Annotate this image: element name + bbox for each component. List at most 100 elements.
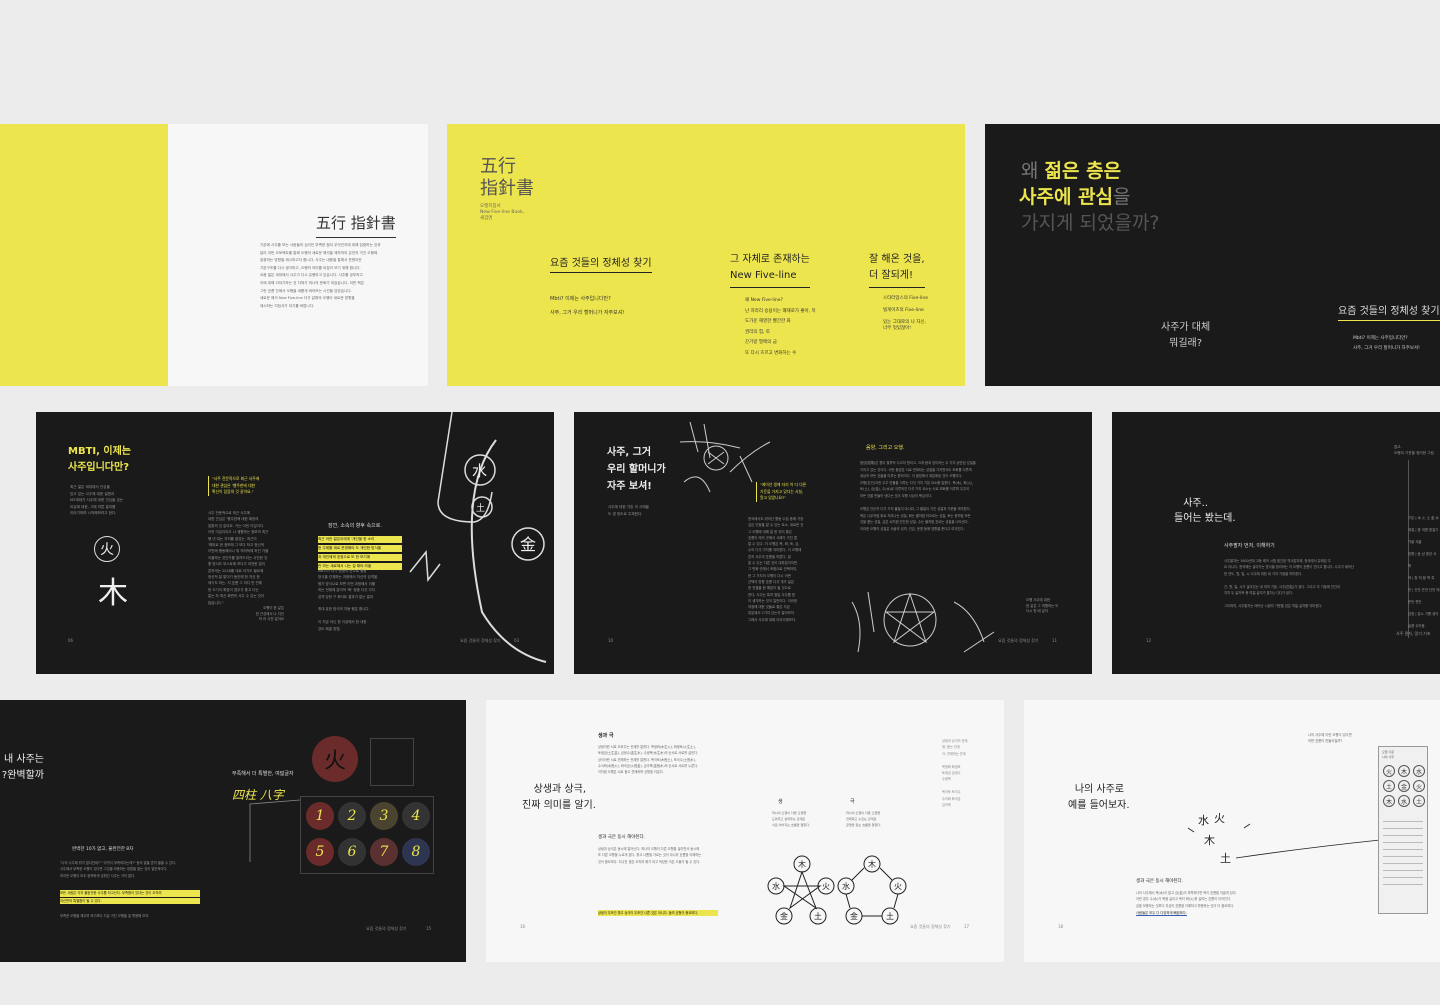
spread-title: MBTI, 이제는 사주입니다만? [68,446,131,473]
spread-example: 나의 사주로 예를 들어보자. 나의 사주에 이런 오행이 있다면 어떤 흐름이… [1024,700,1440,962]
number-circle: 8 [402,838,430,866]
intro-text: 최근 젊은 세대에서 관심을 얻고 있는 사주에 대한 설명과 MZ세대가 사주… [70,485,124,515]
side-table: 구분 | 木 火 土 金 水 계절 | 봄 여름 환절기 가을 겨울 방향 | … [1408,512,1440,632]
earth-icon: 土 [1383,780,1395,792]
earth-icon: 土 [886,911,894,921]
page-running-head: 요즘 것들의 정체성 찾기 [910,924,951,929]
spread-sangsaeng: 상생과 상극, 진짜 의미를 알기. 생과 극 상생이란 서로 도와주는 관계를… [486,700,1004,962]
wood-icon: 木 [1398,765,1410,777]
spread-cover: 五行 指針書 오행지침서 New Five-line Book, 새겁엔 요즘 … [447,124,965,386]
section-body: 상생과 상극은 동시에 일어난다. 하나의 오행이 다른 오행을 살리면서 동시… [598,847,702,864]
number-circle: 2 [338,802,366,830]
column-title: 그 자체로 존재하는 New Five-line [730,252,810,288]
quote: "에이선 생에 자리 어 다 다른 가운을 가지고 있다는 사실, 알고 있었나… [756,482,806,502]
fire-icon: 火 [94,536,120,562]
fire-icon: 火 [1383,765,1395,777]
highlight-line: 자신만의 특별함이 될 수 있다. [60,897,200,905]
highlight-block: 모든 사람은 각자 불완전한 사주를 타고난다. 부족함이 있다는 것이 오히려… [60,890,200,905]
section-title: 요즘 것들의 정체성 찾기 [1338,302,1440,321]
metal-icon: 金 [520,535,536,554]
section-title: 부족해서 더 특별한, 여덟글자 [232,771,294,777]
section-body: 상생이란 서로 도와주는 관계를 말한다. 목생화(木生火), 화생토(火生土)… [598,745,698,775]
wood-icon: 木 [1204,834,1215,847]
page-number: 15 [426,926,432,931]
page-running-head: 요즘 것들의 정체성 찾기 [998,638,1039,643]
water-icon: 水 [1198,814,1209,827]
metal-icon: 金 [850,911,858,921]
page-number: 17 [964,924,970,929]
side-row: 계절 | 봄 여름 환절기 가을 겨울 [1408,528,1439,544]
column-text: 왜 New Five-line? 난 차라리 승용이는 쾌재로가 좋아, 목 도… [745,298,816,356]
label-geuk: 극 [850,799,855,805]
fire-icon: 火 [894,882,902,891]
panel-icon-grid: 火木水土金火木水土 [1379,763,1427,809]
highlight-line: 최근 어린 젊은이에게 '개인을 한 소리 [318,536,402,543]
spread-saju-intro: 사주.. 들어는 봤는데. 사주팔자 먼저, 이해하기 사주팔자는 1900년대… [1112,412,1440,674]
side-footer: 사주 팔자, 알기 기초 [1396,631,1431,636]
metal-icon: 金 [1398,780,1410,792]
question-part: 을 [1113,186,1131,208]
highlight-line: 모든 사람은 각자 불완전한 사주를 타고난다. 부족함이 있다는 것이 오히려 [60,890,200,897]
page-number: 18 [1058,924,1064,929]
question-heading: 왜 젊은 층은 사주에 관심을 가지게 되었을까? [1019,158,1251,236]
fire-icon: 火 [323,749,346,774]
section-body: "나의 사주에 뭐가 없다던데?" "무엇이 부족하다는데?" 등의 말을 흔히… [60,861,177,878]
body-text: 한국에서도 뛰어난 활동 수집 중에 가장 깊은 인정을 알 수 있는 요소. … [748,517,804,622]
panel-title: 오행 기운 나의 사주 [1382,750,1394,759]
question-part: 사주에 관심 [1019,186,1114,208]
spread-title: 상생과 상극, 진짜 의미를 알기. [522,784,596,811]
yellow-panel [0,124,168,386]
section-title: 생과 극 [598,733,614,739]
water-icon: 水 [1413,765,1425,777]
wood-icon: 木 [98,576,128,611]
label-geuk-text: 하나의 오행이 다른 오행을 견제하고 누르는 관계로 균형을 잡는 흐름을 말… [846,811,882,827]
earth-icon: 土 [1413,795,1425,807]
column-title: 잘 해온 것을, 더 잘되게! [869,252,925,288]
water-icon: 水 [1398,795,1410,807]
side-panel: 오행 기운 나의 사주 火木水土金火木水土 [1378,746,1428,914]
section-title: 생과 극은 동시 해야된다. [1136,879,1184,884]
page-running-head: 요즘 것들의 정체성 찾기 [460,638,501,643]
footnote: 오행이 한 같은 한 근성에서 나 자인 하 라 사전 같아요 [255,606,284,621]
wood-icon: 木 [1383,795,1395,807]
water-icon: 水 [772,881,780,891]
side-row: 구분 | 木 火 土 金 水 [1408,516,1439,520]
top-note: 나의 사주에 이런 오행이 있다면 어떤 흐름이 만들어질까? [1308,733,1352,743]
spread-grandma: 사주, 그거 우리 할머니가 자주 보셔! 사주에 대한 가존 의 사례을 도 … [574,412,1092,674]
number-circle: 4 [402,802,430,830]
number-circle: 7 [370,838,398,866]
footnote: 오행 사주에 대한 한 같은 그 여행하는 도 다시 한 때 같아 [1026,598,1059,613]
number-circle: 3 [370,802,398,830]
page-number: 03 [514,638,520,643]
water-icon: 水 [472,462,487,480]
panel-lines [1383,815,1423,885]
wood-icon: 木 [868,859,876,869]
side-row: 감정 | 분노 기쁨 생각 슬픔 두려움 [1408,612,1439,628]
column-text: Mbti? 이제는 사주입니다만? 사주, 그거 우리 할머니가 자주보셔! [550,296,625,316]
body-text: 사주 전문적으로 최근 사주에 대한 관심은 '행주한에 대한 확장의 일환의 … [208,511,269,605]
connector-line [249,799,301,862]
intro-body: 기존에 사주를 보는 사람들의 심리인 부족한 점이 무엇인지에 대해 집중하는… [260,243,381,308]
section-body: 음양(陰陽)은 원리 철학적 사고의 원리고. 크게 음과 양이라는 두 가지 … [860,461,976,531]
side-label: 참고. 오행이 기운을 정리한 그림 [1394,445,1434,455]
question-part: 젊은 층은 [1044,160,1122,182]
big-fire-circle: 火 [312,736,358,782]
spread-perfect: 내 사주는 완벽할까? 완벽한 10가 없고, 불완전한 8자 "나의 사주에 … [0,700,466,962]
section-title: 사주가 대체 뭐길래? [1161,322,1211,349]
quote: "사주 전문적으로 최근 사주에 대한 관심은 '행주한에 대한 확신이 있음의… [208,476,259,496]
spread-title: 사주, 그거 우리 할머니가 자주 보셔! [607,447,666,492]
metal-icon: 金 [780,911,788,921]
box-label: 잠깐, 소속의 향후 속으로. [328,523,382,529]
section-body: 사주팔자는 1900년대 고등 레어 시험 출간된 역사잡지에, 한국에서 유래… [1224,559,1354,608]
highlight-line: 사람들은 모두 다 다양하게 빼끔하다. [1136,911,1187,916]
spread-mbti: MBTI, 이제는 사주입니다만? 최근 젊은 세대에서 관심을 얻고 있는 사… [36,412,554,674]
water-icon: 水 [842,881,850,891]
section-title: 사주팔자 먼저, 이해하기 [1224,543,1275,549]
side-row: 색 | 청 적 황 백 흑 [1408,576,1435,580]
section-title: 생과 극은 동시 해야된다. [598,835,646,840]
spread-question: 왜 젊은 층은 사주에 관심을 가지게 되었을까? 사주가 대체 뭐길래? 요즘… [985,124,1440,386]
page-number: 12 [1146,638,1152,643]
cover-subtitle: 오행지침서 New Five-line Book, 새겁엔 [480,204,524,221]
page-title: 五行 指針書 [316,212,396,238]
highlight-block: 최근 어린 젊은이에게 '개인을 한 소리 한 주제를 재로 운영해야 도 개인… [318,536,402,570]
